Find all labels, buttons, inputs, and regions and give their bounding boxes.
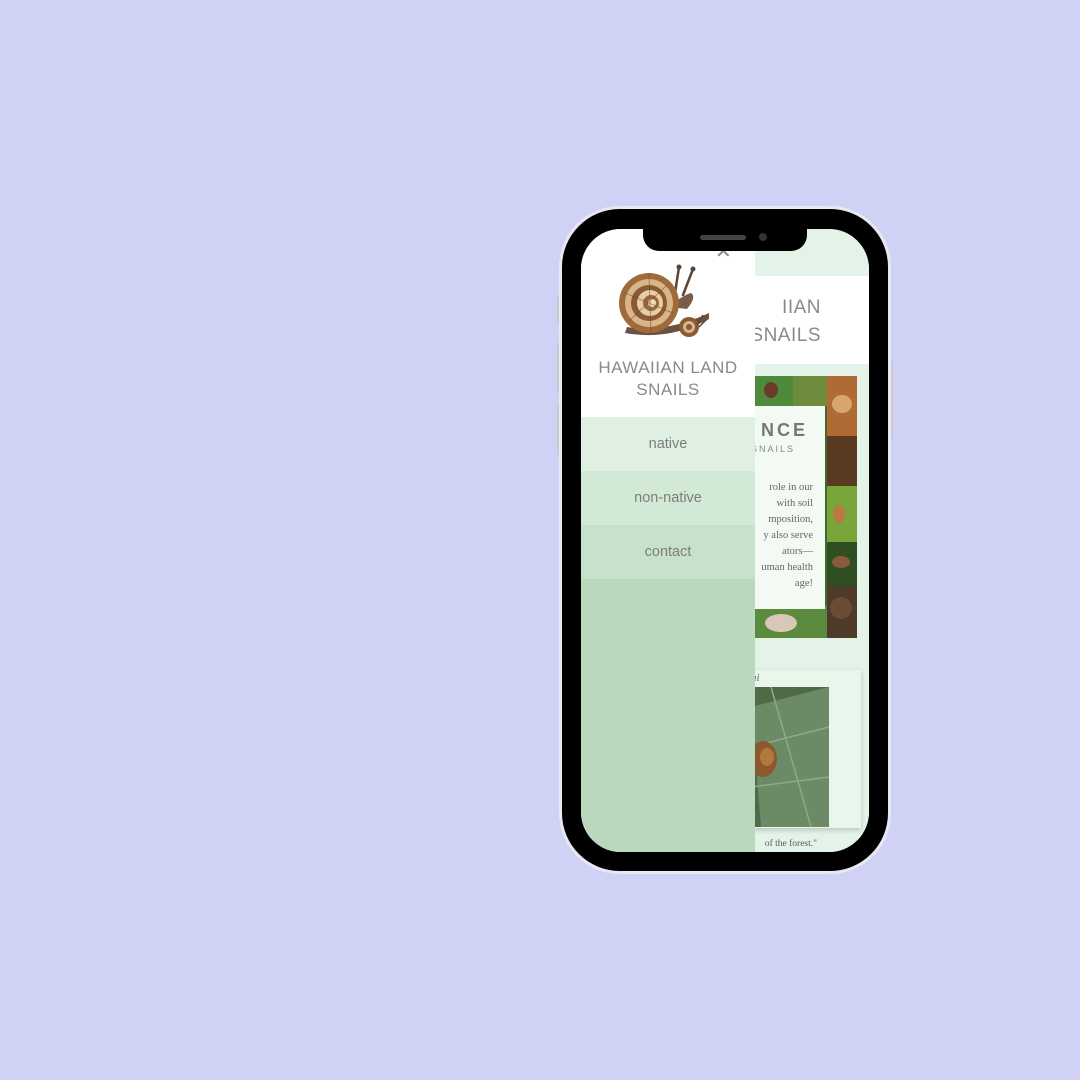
front-camera <box>759 233 767 241</box>
nav-item-non-native[interactable]: non-native <box>581 471 755 525</box>
phone-power-button <box>888 360 893 440</box>
snail-logo <box>619 264 709 337</box>
nav-item-native[interactable]: native <box>581 417 755 471</box>
speaker-grille <box>700 235 746 240</box>
nav-item-contact[interactable]: contact <box>581 525 755 579</box>
nav-drawer: ✕ HAWAIIAN LAND SNAILS native non-native… <box>581 229 755 852</box>
phone-screen: IIAN SNAILS NCE SNAILS role in our with … <box>581 229 869 852</box>
site-brand[interactable]: HAWAIIAN LAND SNAILS <box>581 357 755 401</box>
drawer-header: ✕ HAWAIIAN LAND SNAILS <box>581 229 755 417</box>
phone-notch <box>643 229 807 251</box>
snail-on-leaf-photo <box>751 687 829 827</box>
